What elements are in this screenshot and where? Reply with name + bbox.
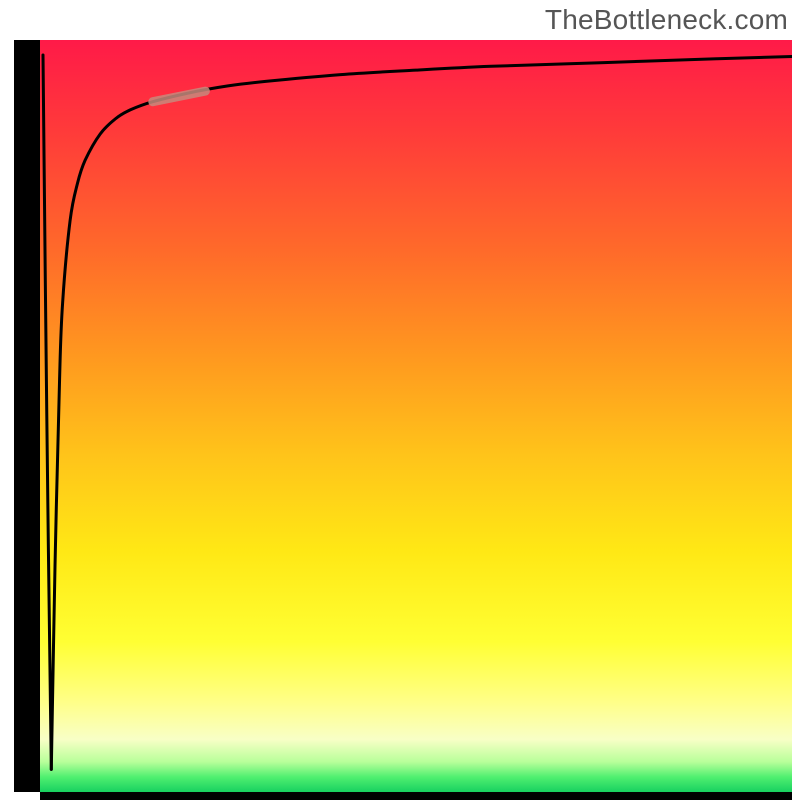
plot-area [40, 40, 792, 792]
main-curve [51, 57, 792, 770]
chart-frame: TheBottleneck.com [0, 0, 800, 800]
y-axis [14, 40, 40, 792]
watermark-text: TheBottleneck.com [545, 4, 788, 36]
x-axis [40, 792, 792, 800]
curve-layer [40, 40, 792, 792]
highlight-marker [153, 91, 206, 102]
initial-spike [43, 55, 51, 769]
